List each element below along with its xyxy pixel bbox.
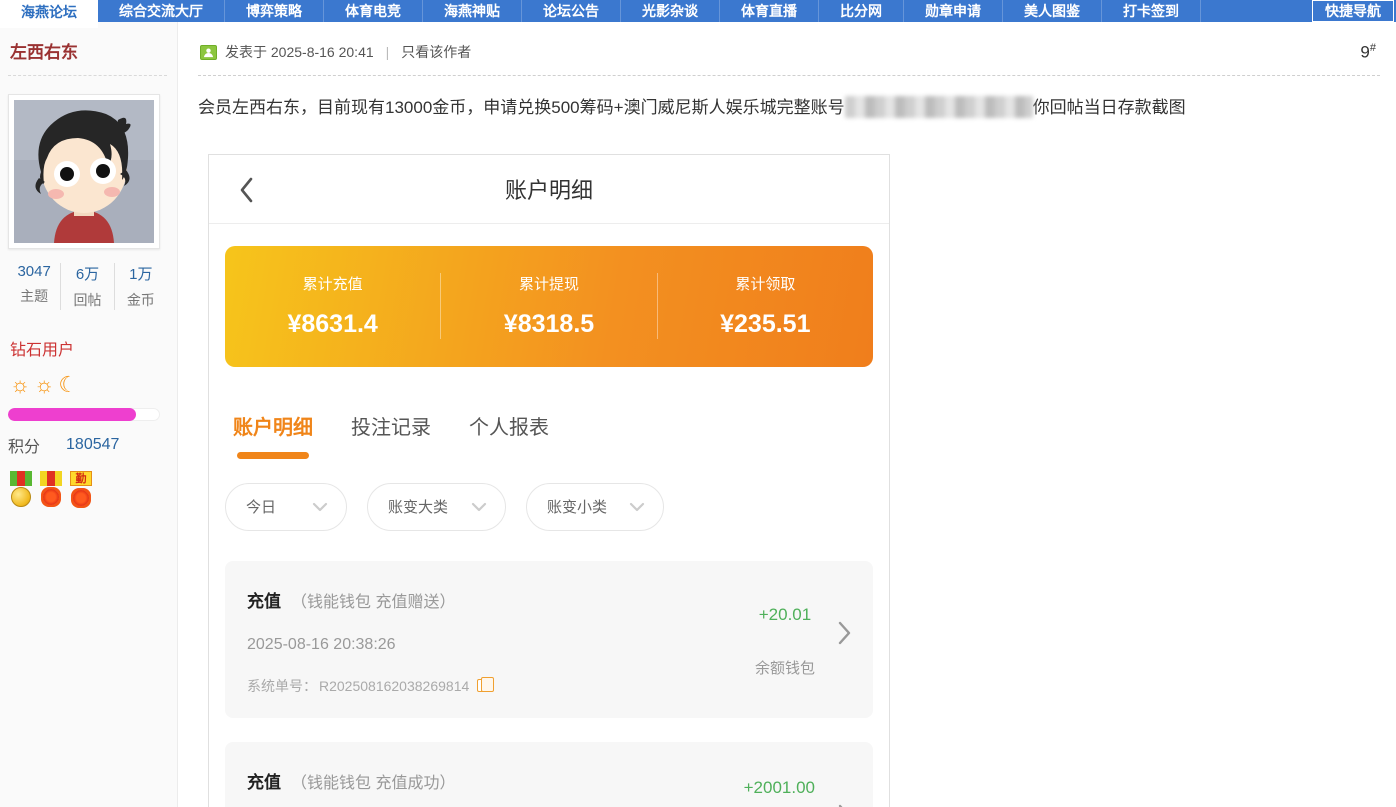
stat-coins[interactable]: 1万 金币 xyxy=(115,263,167,310)
active-tab-underline xyxy=(237,452,309,459)
nav-item-photography[interactable]: 光影杂谈 xyxy=(621,0,720,22)
transaction-row[interactable]: 充值 （钱能钱包 充值赠送） 2025-08-16 20:38:26 系统单号：… xyxy=(225,561,873,718)
tab-bet-records[interactable]: 投注记录 xyxy=(351,411,431,459)
quick-nav-button[interactable]: 快捷导航 xyxy=(1312,0,1394,22)
txn-type: 充值 xyxy=(247,768,281,793)
nav-item-forum-home[interactable]: 海燕论坛 xyxy=(0,0,98,28)
filter-major-type-dropdown[interactable]: 账变大类 xyxy=(367,483,506,531)
post-header: 发表于 2025-8-16 20:41 | 只看该作者 9# xyxy=(198,34,1380,76)
author-username[interactable]: 左西右东 xyxy=(8,34,167,76)
score-label: 积分 xyxy=(8,433,40,457)
poster-avatar-icon xyxy=(200,45,217,60)
filter-minor-type-dropdown[interactable]: 账变小类 xyxy=(526,483,664,531)
score-progress-fill xyxy=(8,408,136,421)
medal-row: 勤 xyxy=(8,471,167,507)
view-author-link[interactable]: 只看该作者 xyxy=(401,42,471,62)
post-date: 发表于 2025-8-16 20:41 xyxy=(225,42,374,62)
gold-medal-icon[interactable] xyxy=(8,471,34,507)
nav-item-hot-posts[interactable]: 海燕神贴 xyxy=(423,0,522,22)
app-tabs: 账户明细 投注记录 个人报表 xyxy=(233,411,889,459)
filter-row: 今日 账变大类 账变小类 xyxy=(225,483,889,531)
stat-threads-value: 3047 xyxy=(8,263,60,280)
transaction-row[interactable]: 充值 （钱能钱包 充值成功） 2025-08-16 20:38:26 +2001… xyxy=(225,742,873,807)
user-rank-label: 钻石用户 xyxy=(8,336,167,360)
txn-amount: +2001.00 xyxy=(744,778,815,798)
nav-item-announcements[interactable]: 论坛公告 xyxy=(522,0,621,22)
nav-item-beauty-gallery[interactable]: 美人图鉴 xyxy=(1003,0,1102,22)
author-sidebar: 左西右东 3047 主 xyxy=(0,22,178,807)
post-content-area: 发表于 2025-8-16 20:41 | 只看该作者 9# 会员左西右东，目前… xyxy=(178,22,1396,807)
censored-account-info xyxy=(845,96,1033,118)
summary-claimed-label: 累计领取 xyxy=(658,273,873,294)
summary-card: 累计充值 ¥8631.4 累计提现 ¥8318.5 累计领取 ¥235.51 xyxy=(225,246,873,367)
header-divider: | xyxy=(386,44,390,60)
nav-item-scores[interactable]: 比分网 xyxy=(819,0,904,22)
red-flower-medal-icon[interactable] xyxy=(38,471,64,507)
chevron-down-icon xyxy=(629,502,645,512)
author-stats: 3047 主题 6万 回帖 1万 金币 xyxy=(8,263,167,310)
txn-order-row: 系统单号：R202508162038269814 xyxy=(247,676,851,696)
diligence-medal-icon[interactable]: 勤 xyxy=(68,471,94,507)
app-screenshot: 账户明细 累计充值 ¥8631.4 累计提现 ¥8318.5 累计领取 ¥235… xyxy=(208,154,890,807)
txn-type: 充值 xyxy=(247,587,281,612)
summary-withdraw-label: 累计提现 xyxy=(441,273,656,294)
summary-claimed-value: ¥235.51 xyxy=(658,310,873,339)
txn-subtype: （钱能钱包 充值赠送） xyxy=(291,588,455,612)
post-body-text: 会员左西右东，目前现有13000金币，申请兑换500筹码+澳门威尼斯人娱乐城完整… xyxy=(198,96,1380,120)
score-progress-bar xyxy=(8,408,160,421)
nav-item-sports-esports[interactable]: 体育电竞 xyxy=(324,0,423,22)
stat-coins-label: 金币 xyxy=(115,290,167,310)
app-title: 账户明细 xyxy=(505,173,593,205)
score-value[interactable]: 180547 xyxy=(66,436,119,454)
txn-order-number: R202508162038269814 xyxy=(319,678,469,694)
stat-replies[interactable]: 6万 回帖 xyxy=(61,263,114,310)
summary-total-withdraw: 累计提现 ¥8318.5 xyxy=(440,273,656,339)
summary-withdraw-value: ¥8318.5 xyxy=(441,310,656,339)
chevron-down-icon xyxy=(312,502,328,512)
summary-total-deposit: 累计充值 ¥8631.4 xyxy=(225,273,440,339)
transaction-list: 充值 （钱能钱包 充值赠送） 2025-08-16 20:38:26 系统单号：… xyxy=(225,561,873,807)
txn-subtype: （钱能钱包 充值成功） xyxy=(291,769,455,793)
avatar-image xyxy=(14,100,154,243)
txn-wallet: 余额钱包 xyxy=(755,657,815,678)
stat-threads[interactable]: 3047 主题 xyxy=(8,263,61,310)
stat-threads-label: 主题 xyxy=(8,286,60,306)
summary-deposit-value: ¥8631.4 xyxy=(225,310,440,339)
top-navbar: 海燕论坛 综合交流大厅 博弈策略 体育电竞 海燕神贴 论坛公告 光影杂谈 体育直… xyxy=(0,0,1396,22)
stat-replies-value: 6万 xyxy=(61,263,113,284)
nav-item-lobby[interactable]: 综合交流大厅 xyxy=(98,0,225,22)
nav-item-strategy[interactable]: 博弈策略 xyxy=(225,0,324,22)
back-icon[interactable] xyxy=(239,177,254,208)
post-floor-number: 9# xyxy=(1360,42,1380,63)
tab-personal-report[interactable]: 个人报表 xyxy=(469,411,549,459)
summary-total-claimed: 累计领取 ¥235.51 xyxy=(657,273,873,339)
stat-replies-label: 回帖 xyxy=(61,290,113,310)
summary-deposit-label: 累计充值 xyxy=(225,273,440,294)
txn-order-label: 系统单号： xyxy=(247,676,317,696)
author-avatar[interactable] xyxy=(8,94,160,249)
txn-amount: +20.01 xyxy=(755,605,815,625)
rank-level-icons: ☼☼☾ xyxy=(8,372,167,398)
chevron-right-icon[interactable] xyxy=(838,621,851,650)
stat-coins-value: 1万 xyxy=(115,263,167,284)
chevron-down-icon xyxy=(471,502,487,512)
tab-account-details[interactable]: 账户明细 xyxy=(233,411,313,459)
filter-date-dropdown[interactable]: 今日 xyxy=(225,483,347,531)
nav-item-medal-apply[interactable]: 勋章申请 xyxy=(904,0,1003,22)
chevron-right-icon[interactable] xyxy=(838,804,851,807)
app-header: 账户明细 xyxy=(209,155,889,224)
copy-icon[interactable] xyxy=(477,679,488,692)
nav-item-checkin[interactable]: 打卡签到 xyxy=(1102,0,1201,22)
nav-item-sports-live[interactable]: 体育直播 xyxy=(720,0,819,22)
